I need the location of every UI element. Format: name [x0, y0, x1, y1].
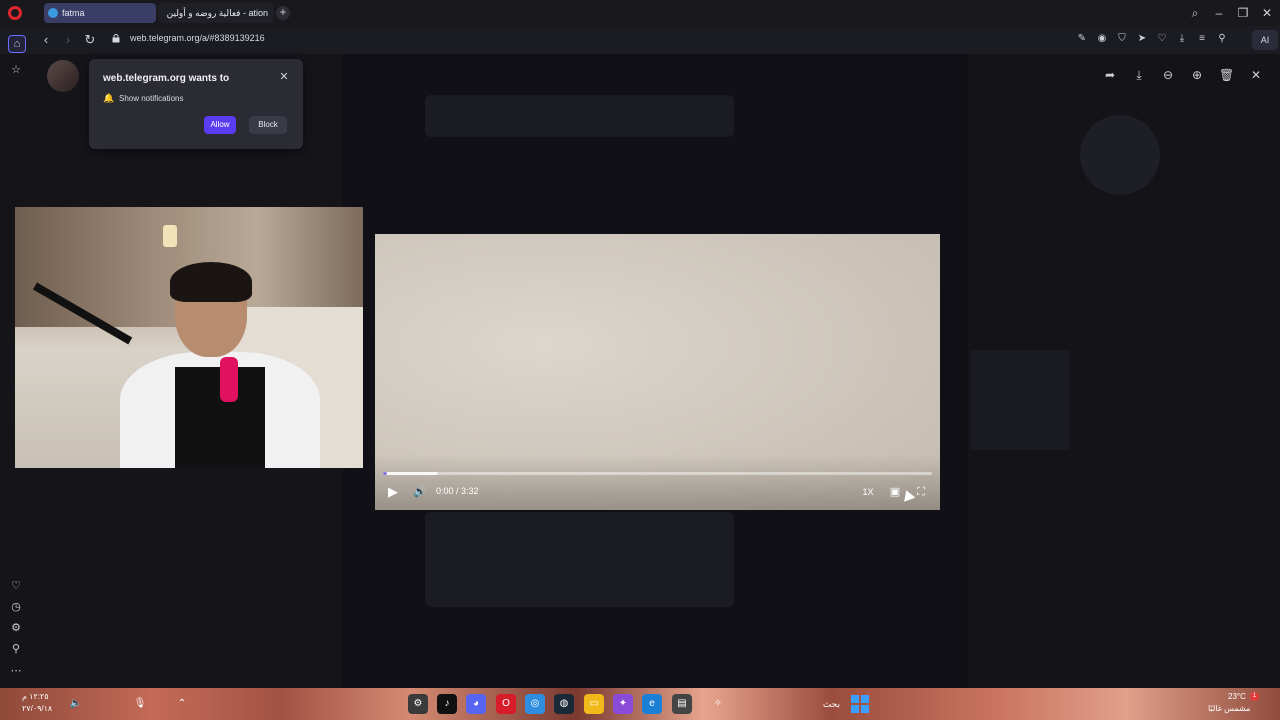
tab-label: fatma [62, 8, 85, 18]
weather-temperature: 23°C [1228, 692, 1246, 701]
opera-logo-icon[interactable] [8, 6, 22, 20]
url-field[interactable]: web.telegram.org/a/#8389139216 [130, 33, 265, 43]
tips-icon[interactable]: ⚲ [8, 641, 24, 657]
discord-icon[interactable]: ◕ [466, 694, 486, 714]
play-icon[interactable]: ▶ [385, 484, 401, 500]
volume-icon[interactable]: 🔊 [412, 484, 428, 500]
weather-description: مشمس غالبًا [1208, 704, 1251, 713]
app-icon[interactable]: ⚙ [408, 694, 428, 714]
popup-title: web.telegram.org wants to [103, 73, 230, 84]
chrome-icon[interactable]: ◎ [525, 694, 545, 714]
progress-track[interactable] [383, 472, 932, 475]
tab-label: ation - فعالية روضه و أولين [166, 7, 268, 18]
windows-start-icon[interactable] [851, 695, 869, 713]
chevron-up-icon[interactable]: ⌃ [172, 694, 192, 714]
reload-icon[interactable]: ↻ [82, 32, 98, 48]
zoom-out-icon[interactable]: ⊖ [1161, 68, 1175, 82]
message-bubble [425, 95, 734, 137]
block-button[interactable]: Block [249, 116, 287, 134]
profile-icon[interactable]: ⚲ [1216, 33, 1228, 45]
steam-icon[interactable]: ◍ [554, 694, 574, 714]
forward-nav-icon[interactable]: › [60, 32, 76, 48]
ai-button[interactable]: AI [1252, 30, 1278, 50]
heart-icon[interactable]: ♡ [1156, 33, 1168, 45]
opera-icon[interactable]: O [496, 694, 516, 714]
delete-icon[interactable]: 🗑 [1219, 68, 1234, 82]
forward-icon[interactable]: ➦ [1103, 68, 1117, 82]
app-icon-2[interactable]: ✧ [708, 694, 728, 714]
settings-icon[interactable]: ⚙ [8, 620, 24, 636]
edit-icon[interactable]: ✎ [1076, 33, 1088, 45]
video-player[interactable]: ▶ 🔊 0:00 / 3:32 1X ▣ ⛶ [375, 234, 940, 510]
close-window-icon[interactable]: ✕ [1259, 5, 1275, 21]
tab-fatma[interactable]: fatma [44, 3, 156, 23]
lock-icon [112, 34, 120, 43]
zoom-in-icon[interactable]: ⊕ [1190, 68, 1204, 82]
file-explorer-icon[interactable]: ▭ [584, 694, 604, 714]
restore-icon[interactable]: ❐ [1235, 5, 1251, 21]
notification-badge: 1 [1250, 692, 1259, 701]
favorites-icon[interactable]: ♡ [8, 578, 24, 594]
copilot-icon[interactable]: ✦ [613, 694, 633, 714]
send-icon[interactable]: ➤ [1136, 33, 1148, 45]
search-tabs-icon[interactable]: ⌕ [1187, 5, 1203, 21]
webcam-lamp [163, 225, 177, 247]
app-window-icon[interactable]: ▤ [672, 694, 692, 714]
webcam-microphone [220, 357, 238, 402]
edge-icon[interactable]: e [642, 694, 662, 714]
taskbar [0, 688, 1280, 720]
permission-text: Show notifications [119, 94, 184, 103]
playback-speed-button[interactable]: 1X [860, 485, 876, 499]
speaker-icon[interactable]: 🔈 [66, 694, 86, 714]
more-icon[interactable]: ⋯ [8, 663, 24, 679]
history-icon[interactable]: ◷ [8, 599, 24, 615]
mic-icon[interactable]: 🎙 [130, 694, 150, 714]
webcam-headphones [170, 262, 252, 302]
taskbar-search[interactable]: بحث [770, 694, 840, 714]
message-bubble [425, 512, 734, 607]
taskbar-date: ٢٧/٠٩/١٨ [22, 704, 53, 713]
tiktok-icon[interactable]: ♪ [437, 694, 457, 714]
camera-icon[interactable]: ◉ [1096, 33, 1108, 45]
close-viewer-icon[interactable]: ✕ [1249, 68, 1263, 82]
time-display: 0:00 / 3:32 [436, 486, 479, 496]
telegram-icon [48, 8, 58, 18]
download-manager-icon[interactable]: ⤓ [1176, 33, 1188, 45]
progress-buffer [383, 472, 438, 475]
progress-fill [383, 472, 387, 475]
shield-icon[interactable]: ⛉ [1116, 33, 1128, 45]
bell-icon: 🔔 [103, 93, 115, 103]
home-icon[interactable]: ⌂ [8, 35, 26, 53]
media-thumbnail [970, 350, 1070, 450]
controls-gradient [375, 454, 940, 510]
download-icon[interactable]: ⤓ [1132, 68, 1146, 82]
user-avatar[interactable] [47, 60, 79, 92]
tab-event[interactable]: ation - فعالية روضه و أولين [158, 3, 274, 23]
star-icon[interactable]: ☆ [8, 62, 24, 78]
menu-icon[interactable]: ≡ [1196, 33, 1208, 45]
new-tab-button[interactable]: + [276, 6, 290, 20]
taskbar-time: ١٢:٢٥ م [22, 692, 49, 701]
allow-button[interactable]: Allow [204, 116, 236, 134]
profile-avatar [1080, 115, 1160, 195]
back-icon[interactable]: ‹ [38, 32, 54, 48]
close-icon[interactable]: ✕ [278, 71, 290, 83]
minimize-icon[interactable]: – [1211, 5, 1227, 21]
webcam-overlay [15, 207, 363, 468]
